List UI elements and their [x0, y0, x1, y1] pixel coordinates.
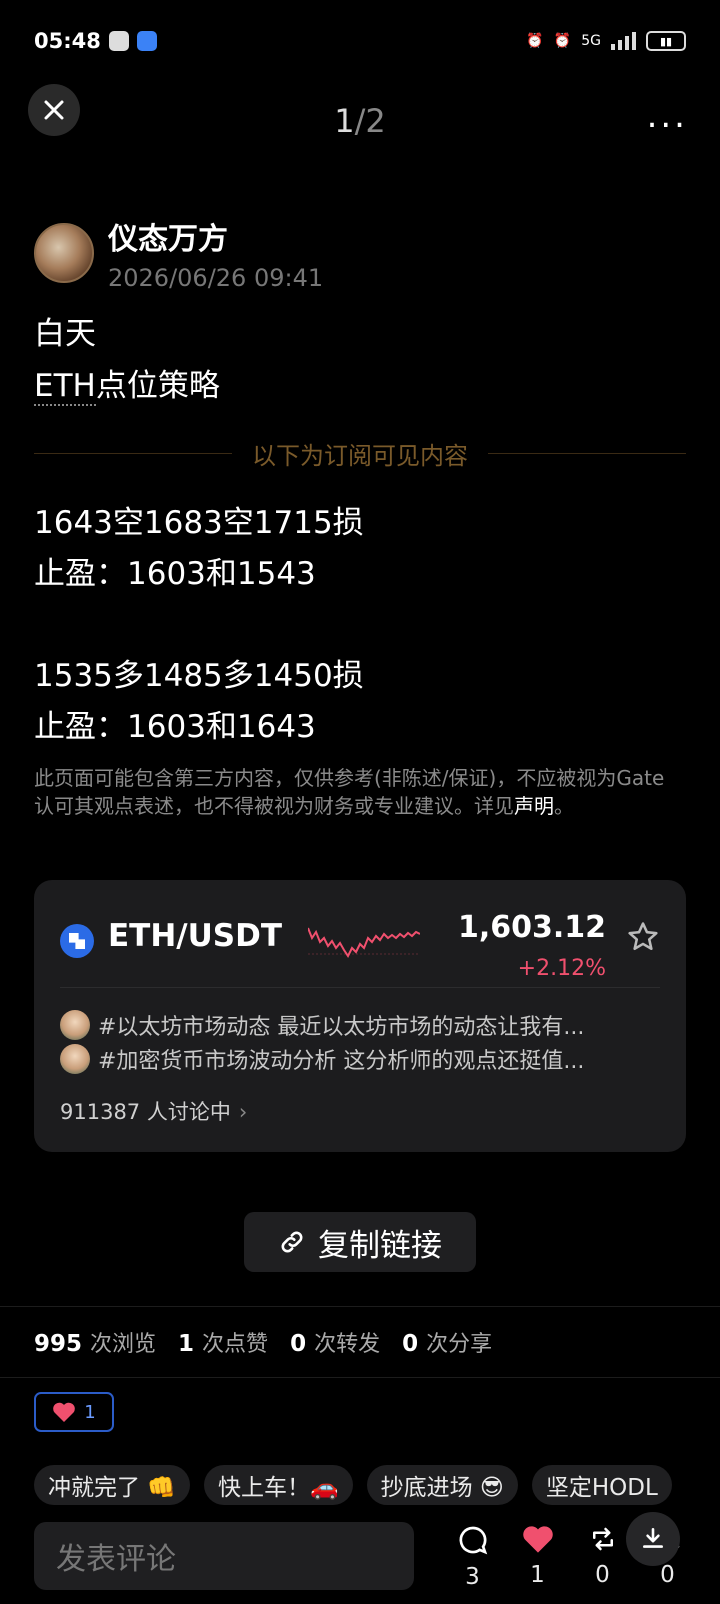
more-options-button[interactable]: ...: [647, 96, 688, 136]
post-line: ETH点位策略: [34, 368, 220, 406]
post-timestamp: 2026/06/26 09:41: [108, 264, 324, 292]
avatar: [60, 1044, 90, 1074]
comment-button[interactable]: 3: [440, 1524, 505, 1590]
price-sparkline: [308, 927, 420, 958]
likes-stat: 1 次点赞: [178, 1331, 269, 1357]
network-label: 5G: [581, 33, 601, 49]
heart-icon: [522, 1526, 553, 1553]
views-stat: 995 次浏览: [34, 1331, 157, 1357]
strategy-line: 止盈：1603和1543: [34, 556, 316, 592]
engagement-stats: 995 次浏览 1 次点赞 0 次转发 0 次分享: [0, 1306, 720, 1378]
signal-icon: [611, 32, 636, 50]
app-notification-icon: [108, 31, 129, 51]
repost-icon: [592, 1527, 613, 1551]
topic-item[interactable]: #以太坊市场动态 最近以太坊市场的动态让我有...: [60, 1008, 660, 1042]
alarm-icon: ⏰: [553, 33, 572, 49]
status-bar: 05:48 ⏰ ⏰ 5G ▮▮: [34, 24, 686, 58]
post-line: 白天: [34, 316, 96, 352]
subscriber-divider: 以下为订阅可见内容: [34, 436, 686, 471]
chevron-right-icon: ›: [238, 1100, 248, 1124]
quick-reply-chip[interactable]: 冲就完了 👊: [34, 1465, 190, 1505]
pair-change: +2.12%: [517, 956, 606, 981]
quick-reply-chip[interactable]: 坚定HODL: [531, 1465, 672, 1505]
post-body-intro: 白天 ETH点位策略: [34, 308, 220, 412]
author-name[interactable]: 仪态万方: [108, 214, 323, 258]
quick-reply-chip[interactable]: 抄底进场 😎: [366, 1465, 518, 1505]
copy-link-button[interactable]: 复制链接: [244, 1212, 476, 1272]
heart-icon: [53, 1402, 76, 1422]
reposts-stat: 0 次转发: [290, 1331, 381, 1357]
top-bar: 1/2 ...: [0, 84, 720, 164]
disclaimer: 此页面可能包含第三方内容，仅供参考(非陈述/保证)，不应被视为Gate认可其观点…: [34, 766, 665, 818]
copy-link-label: 复制链接: [318, 1227, 442, 1264]
status-time: 05:48: [34, 29, 101, 53]
topic-item[interactable]: #加密货币市场波动分析 这分析师的观点还挺值...: [60, 1042, 660, 1076]
strategy-line: 1535多1485多1450损: [34, 658, 364, 694]
avatar: [60, 1010, 90, 1040]
topic-list: #以太坊市场动态 最近以太坊市场的动态让我有... #加密货币市场波动分析 这分…: [60, 1008, 660, 1076]
download-button[interactable]: [626, 1512, 680, 1566]
battery-icon: ▮▮: [646, 31, 686, 51]
strategy-line: 1643空1683空1715损: [34, 505, 364, 541]
author-header[interactable]: 仪态万方 2026/06/26 09:41: [34, 214, 323, 292]
subscriber-divider-label: 以下为订阅可见内容: [252, 442, 468, 470]
pair-price: 1,603.12: [457, 910, 606, 945]
avatar[interactable]: [34, 223, 94, 283]
app-notification-icon: [136, 31, 157, 51]
disclaimer-link[interactable]: 声明: [514, 794, 554, 818]
market-card[interactable]: ETH/USDT 1,603.12 +2.12% #以太坊市场动态 最近以太坊市…: [34, 880, 686, 1152]
download-icon: [643, 1527, 663, 1548]
shares-stat: 0 次分享: [402, 1331, 493, 1357]
alarm-icon: ⏰: [526, 33, 544, 49]
strategy-line: 止盈：1603和1643: [34, 709, 316, 745]
star-icon[interactable]: [626, 920, 660, 954]
comment-icon: [459, 1526, 487, 1555]
like-button[interactable]: 1: [505, 1524, 570, 1590]
discussion-count-link[interactable]: 911387 人讨论中 ›: [60, 1096, 247, 1126]
link-icon: [281, 1231, 303, 1253]
eth-coin-icon: [60, 924, 94, 958]
ticker-row[interactable]: ETH/USDT 1,603.12 +2.12%: [60, 900, 660, 988]
eth-tag-link[interactable]: ETH: [34, 368, 96, 406]
page-counter: 1/2: [334, 102, 386, 140]
quick-reply-chip[interactable]: 快上车！🚗: [203, 1465, 353, 1505]
quick-reply-list: 冲就完了 👊 快上车！🚗 抄底进场 😎 坚定HODL: [34, 1465, 672, 1505]
trading-pair: ETH/USDT: [108, 918, 282, 954]
heart-reaction-chip[interactable]: 1: [34, 1392, 114, 1432]
strategy-content: 1643空1683空1715损 止盈：1603和1543 1535多1485多1…: [34, 498, 364, 753]
comment-input[interactable]: 发表评论: [34, 1522, 414, 1590]
repost-button[interactable]: 0: [570, 1524, 635, 1590]
